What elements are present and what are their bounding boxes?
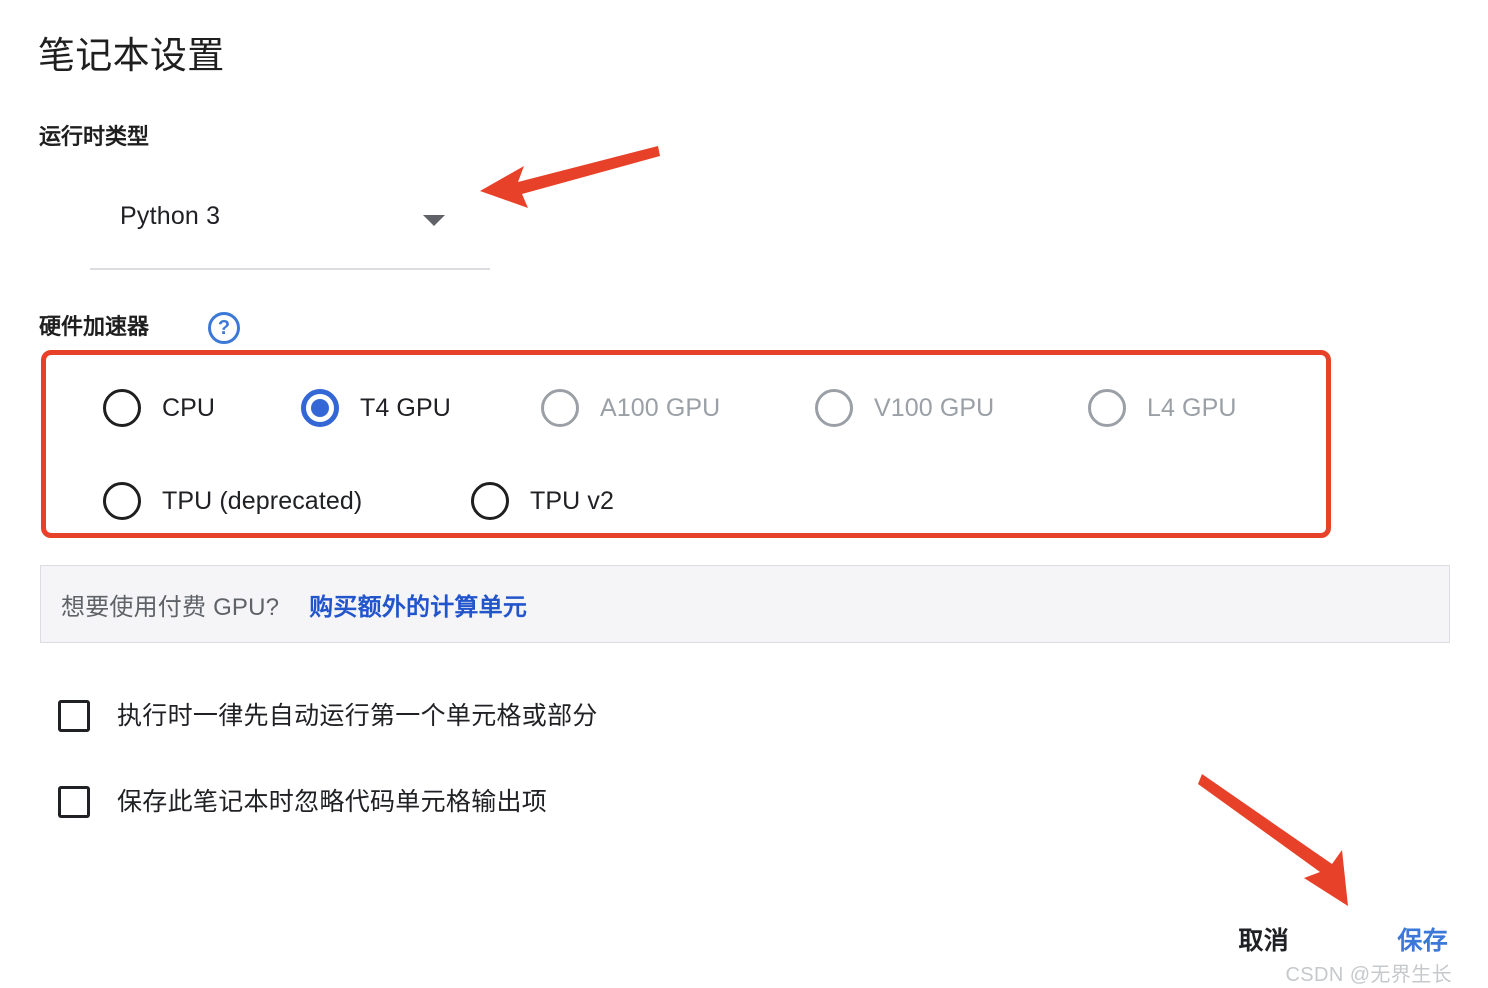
save-button[interactable]: 保存	[1397, 925, 1448, 957]
radio-option-cpu[interactable]: CPU	[103, 384, 215, 432]
cancel-button[interactable]: 取消	[1238, 925, 1289, 957]
page-title: 笔记本设置	[38, 35, 225, 76]
radio-label: TPU v2	[530, 487, 614, 515]
checkbox-icon	[58, 786, 90, 818]
help-icon[interactable]: ?	[208, 312, 240, 344]
radio-option-v100-gpu: V100 GPU	[815, 384, 994, 432]
runtime-type-select[interactable]: Python 3	[90, 192, 490, 270]
accelerator-radio-row-2: TPU (deprecated) TPU v2	[0, 477, 1488, 525]
radio-option-l4-gpu: L4 GPU	[1088, 384, 1237, 432]
radio-circle-icon	[1088, 389, 1126, 427]
radio-option-t4-gpu[interactable]: T4 GPU	[301, 384, 451, 432]
runtime-type-label: 运行时类型	[39, 124, 150, 149]
checkbox-label: 执行时一律先自动运行第一个单元格或部分	[117, 702, 598, 730]
runtime-type-value: Python 3	[120, 202, 221, 230]
radio-label: TPU (deprecated)	[162, 487, 363, 515]
radio-label: L4 GPU	[1147, 394, 1237, 422]
radio-circle-icon	[471, 482, 509, 520]
radio-label: A100 GPU	[600, 394, 721, 422]
radio-label: T4 GPU	[360, 394, 451, 422]
radio-circle-icon	[541, 389, 579, 427]
radio-circle-icon	[103, 389, 141, 427]
radio-option-a100-gpu: A100 GPU	[541, 384, 720, 432]
checkbox-auto-run-first-cell[interactable]: 执行时一律先自动运行第一个单元格或部分	[58, 693, 598, 739]
radio-option-tpu-v2[interactable]: TPU v2	[471, 477, 614, 525]
radio-circle-icon	[815, 389, 853, 427]
radio-circle-selected-icon	[301, 389, 339, 427]
radio-label: V100 GPU	[874, 394, 995, 422]
annotation-arrow-down-right-icon	[1198, 774, 1348, 906]
paid-gpu-banner-text: 想要使用付费 GPU?	[61, 593, 280, 621]
paid-gpu-banner: 想要使用付费 GPU? 购买额外的计算单元	[40, 565, 1450, 643]
checkbox-icon	[58, 700, 90, 732]
radio-label: CPU	[162, 394, 216, 422]
radio-option-tpu-deprecated[interactable]: TPU (deprecated)	[103, 477, 362, 525]
checkbox-label: 保存此笔记本时忽略代码单元格输出项	[117, 788, 548, 816]
buy-compute-units-link[interactable]: 购买额外的计算单元	[309, 587, 527, 622]
checkbox-omit-cell-output[interactable]: 保存此笔记本时忽略代码单元格输出项	[58, 779, 547, 825]
watermark: CSDN @无界生长	[1285, 964, 1452, 986]
annotation-arrow-left-icon	[480, 146, 660, 208]
notebook-settings-dialog: 笔记本设置 运行时类型 Python 3 硬件加速器 ? CPU T4 GPU …	[0, 0, 1488, 988]
select-underline	[90, 268, 490, 270]
radio-circle-icon	[103, 482, 141, 520]
chevron-down-icon	[423, 215, 445, 226]
accelerator-radio-row-1: CPU T4 GPU A100 GPU V100 GPU L4 GPU	[0, 384, 1488, 432]
hardware-accelerator-label: 硬件加速器	[39, 314, 150, 339]
